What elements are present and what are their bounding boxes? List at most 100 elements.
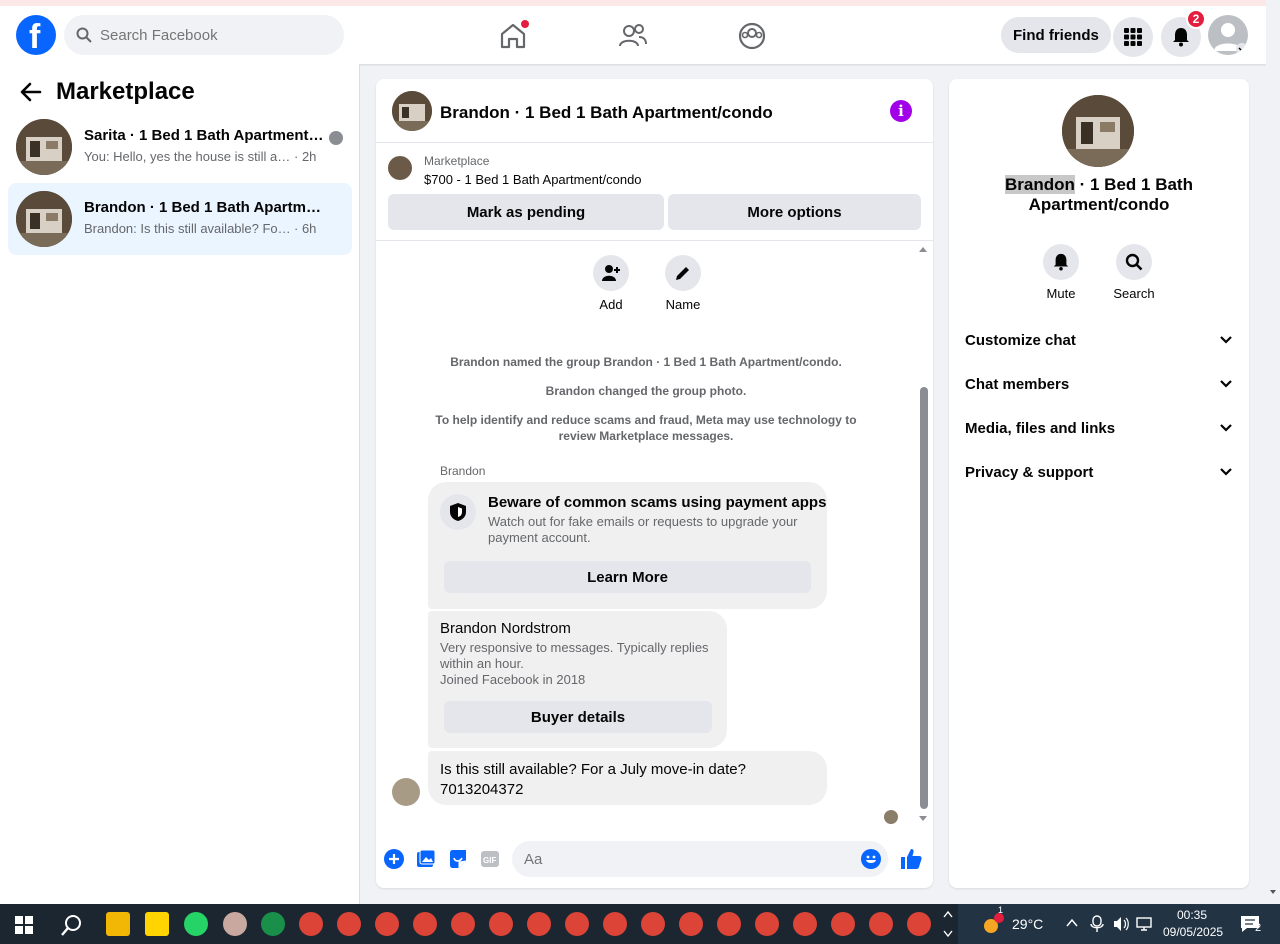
conversation-item[interactable]: Sarita · 1 Bed 1 Bath Apartment/condo Yo… (8, 111, 352, 183)
chevron-up-icon[interactable] (1066, 918, 1078, 928)
friends-icon[interactable] (617, 20, 649, 52)
listing-summary: Marketplace $700 - 1 Bed 1 Bath Apartmen… (376, 143, 933, 241)
chrome-icon[interactable] (679, 912, 703, 936)
chrome-icon[interactable] (755, 912, 779, 936)
chrome-icon[interactable] (869, 912, 893, 936)
meet-icon[interactable] (1090, 915, 1104, 933)
chrome-profile-icon[interactable] (261, 912, 285, 936)
conversation-avatar (16, 191, 72, 247)
action-center-count: 2 (1255, 922, 1262, 934)
listing-price[interactable]: $700 - 1 Bed 1 Bath Apartment/condo (424, 172, 642, 187)
emoji-icon[interactable] (861, 849, 881, 869)
conversation-title: Brandon · 1 Bed 1 Bath Apartment/condo (84, 199, 324, 216)
find-friends-button[interactable]: Find friends (1001, 17, 1111, 53)
file-explorer-icon[interactable] (106, 912, 130, 936)
network-icon[interactable] (1136, 916, 1154, 932)
chrome-icon[interactable] (299, 912, 323, 936)
sticker-icon[interactable] (448, 849, 468, 869)
name-group-action[interactable]: Name (653, 255, 713, 312)
chrome-icon[interactable] (793, 912, 817, 936)
chrome-icon[interactable] (489, 912, 513, 936)
conversation-preview: Brandon: Is this still available? For a … (84, 221, 317, 236)
chevron-down-icon (1220, 424, 1232, 432)
chrome-icon[interactable] (907, 912, 931, 936)
plus-circle-icon[interactable] (384, 849, 404, 869)
scam-warning-shield (440, 494, 476, 530)
system-message: To help identify and reduce scams and fr… (435, 413, 857, 443)
photo-icon[interactable] (416, 849, 436, 869)
read-receipt-avatar (884, 810, 898, 824)
taskbar-overflow-arrows[interactable] (942, 908, 954, 940)
weather-icon[interactable] (978, 912, 1004, 936)
chrome-icon[interactable] (337, 912, 361, 936)
message-input[interactable] (512, 841, 888, 877)
clock-date[interactable]: 09/05/2025 (1163, 925, 1223, 939)
menu-grid-button[interactable] (1113, 17, 1153, 57)
chat-window: Brandon · 1 Bed 1 Bath Apartment/condo i… (376, 79, 933, 888)
customize-chat-section[interactable]: Customize chat (965, 322, 1233, 358)
chrome-icon[interactable] (375, 912, 399, 936)
mute-action[interactable]: Mute (1031, 244, 1091, 301)
clock-time[interactable]: 00:35 (1177, 908, 1207, 922)
search-chat-action[interactable]: Search (1104, 244, 1164, 301)
sticky-notes-icon[interactable] (145, 912, 169, 936)
facebook-logo-icon[interactable]: f (16, 15, 56, 56)
svg-text:GIF: GIF (483, 856, 496, 865)
chrome-icon[interactable] (717, 912, 741, 936)
learn-more-button[interactable]: Learn More (444, 561, 811, 593)
scam-warning-title: Beware of common scams using payment app… (488, 494, 827, 511)
add-people-action[interactable]: Add (581, 255, 641, 312)
chat-avatar[interactable] (392, 91, 432, 131)
group-avatar[interactable] (1062, 95, 1134, 167)
chat-info-panel: Brandon · 1 Bed 1 Bath Apartment/condo M… (949, 79, 1249, 888)
page-scrollbar[interactable] (1266, 0, 1280, 904)
buyer-details-button[interactable]: Buyer details (444, 701, 712, 733)
chat-scrollbar-thumb[interactable] (920, 387, 928, 809)
chrome-icon[interactable] (451, 912, 475, 936)
account-avatar[interactable] (1208, 15, 1248, 55)
chrome-icon[interactable] (603, 912, 627, 936)
thumbs-up-icon[interactable] (899, 847, 923, 871)
buyer-name: Brandon Nordstrom (440, 620, 571, 637)
chat-members-section[interactable]: Chat members (965, 366, 1233, 402)
shield-icon (450, 503, 466, 521)
temperature[interactable]: 29°C (1012, 916, 1043, 932)
app-icon[interactable] (223, 912, 247, 936)
chrome-icon[interactable] (413, 912, 437, 936)
default-user-icon (1214, 23, 1248, 55)
privacy-support-section[interactable]: Privacy & support (965, 454, 1233, 490)
back-arrow-icon[interactable] (20, 81, 42, 103)
listing-thumbnail[interactable] (388, 156, 412, 180)
name-label: Name (665, 297, 701, 312)
windows-start-icon[interactable] (15, 916, 33, 934)
scam-warning-body: Watch out for fake emails or requests to… (488, 514, 798, 545)
gif-icon[interactable]: GIF (480, 849, 500, 869)
info-icon[interactable]: i (890, 100, 912, 122)
more-options-button[interactable]: More options (668, 194, 921, 230)
seen-avatar-icon (329, 131, 343, 145)
sender-avatar[interactable] (392, 778, 420, 806)
chevron-down-icon (1220, 336, 1232, 344)
home-icon[interactable] (497, 20, 529, 52)
conversation-preview: You: Hello, yes the house is still avail… (84, 149, 317, 164)
conversation-item-active[interactable]: Brandon · 1 Bed 1 Bath Apartment/condo B… (8, 183, 352, 255)
search-input[interactable] (100, 26, 320, 44)
grid-icon (1124, 28, 1142, 46)
volume-icon[interactable] (1112, 915, 1130, 933)
chrome-icon[interactable] (527, 912, 551, 936)
bell-icon (1173, 28, 1189, 47)
chevron-down-icon (1220, 380, 1232, 388)
groups-icon[interactable] (736, 20, 768, 52)
taskbar-search-icon[interactable] (61, 914, 83, 936)
mark-as-pending-button[interactable]: Mark as pending (388, 194, 664, 230)
bell-icon (1053, 253, 1069, 271)
media-files-links-section[interactable]: Media, files and links (965, 410, 1233, 446)
message-phone-number: 7013204372 (440, 781, 524, 798)
search-bar[interactable] (64, 15, 344, 55)
search-icon (1125, 253, 1143, 271)
chrome-icon[interactable] (831, 912, 855, 936)
chrome-icon[interactable] (641, 912, 665, 936)
chrome-icon[interactable] (565, 912, 589, 936)
whatsapp-icon[interactable] (184, 912, 208, 936)
chat-title[interactable]: Brandon · 1 Bed 1 Bath Apartment/condo (440, 103, 773, 123)
